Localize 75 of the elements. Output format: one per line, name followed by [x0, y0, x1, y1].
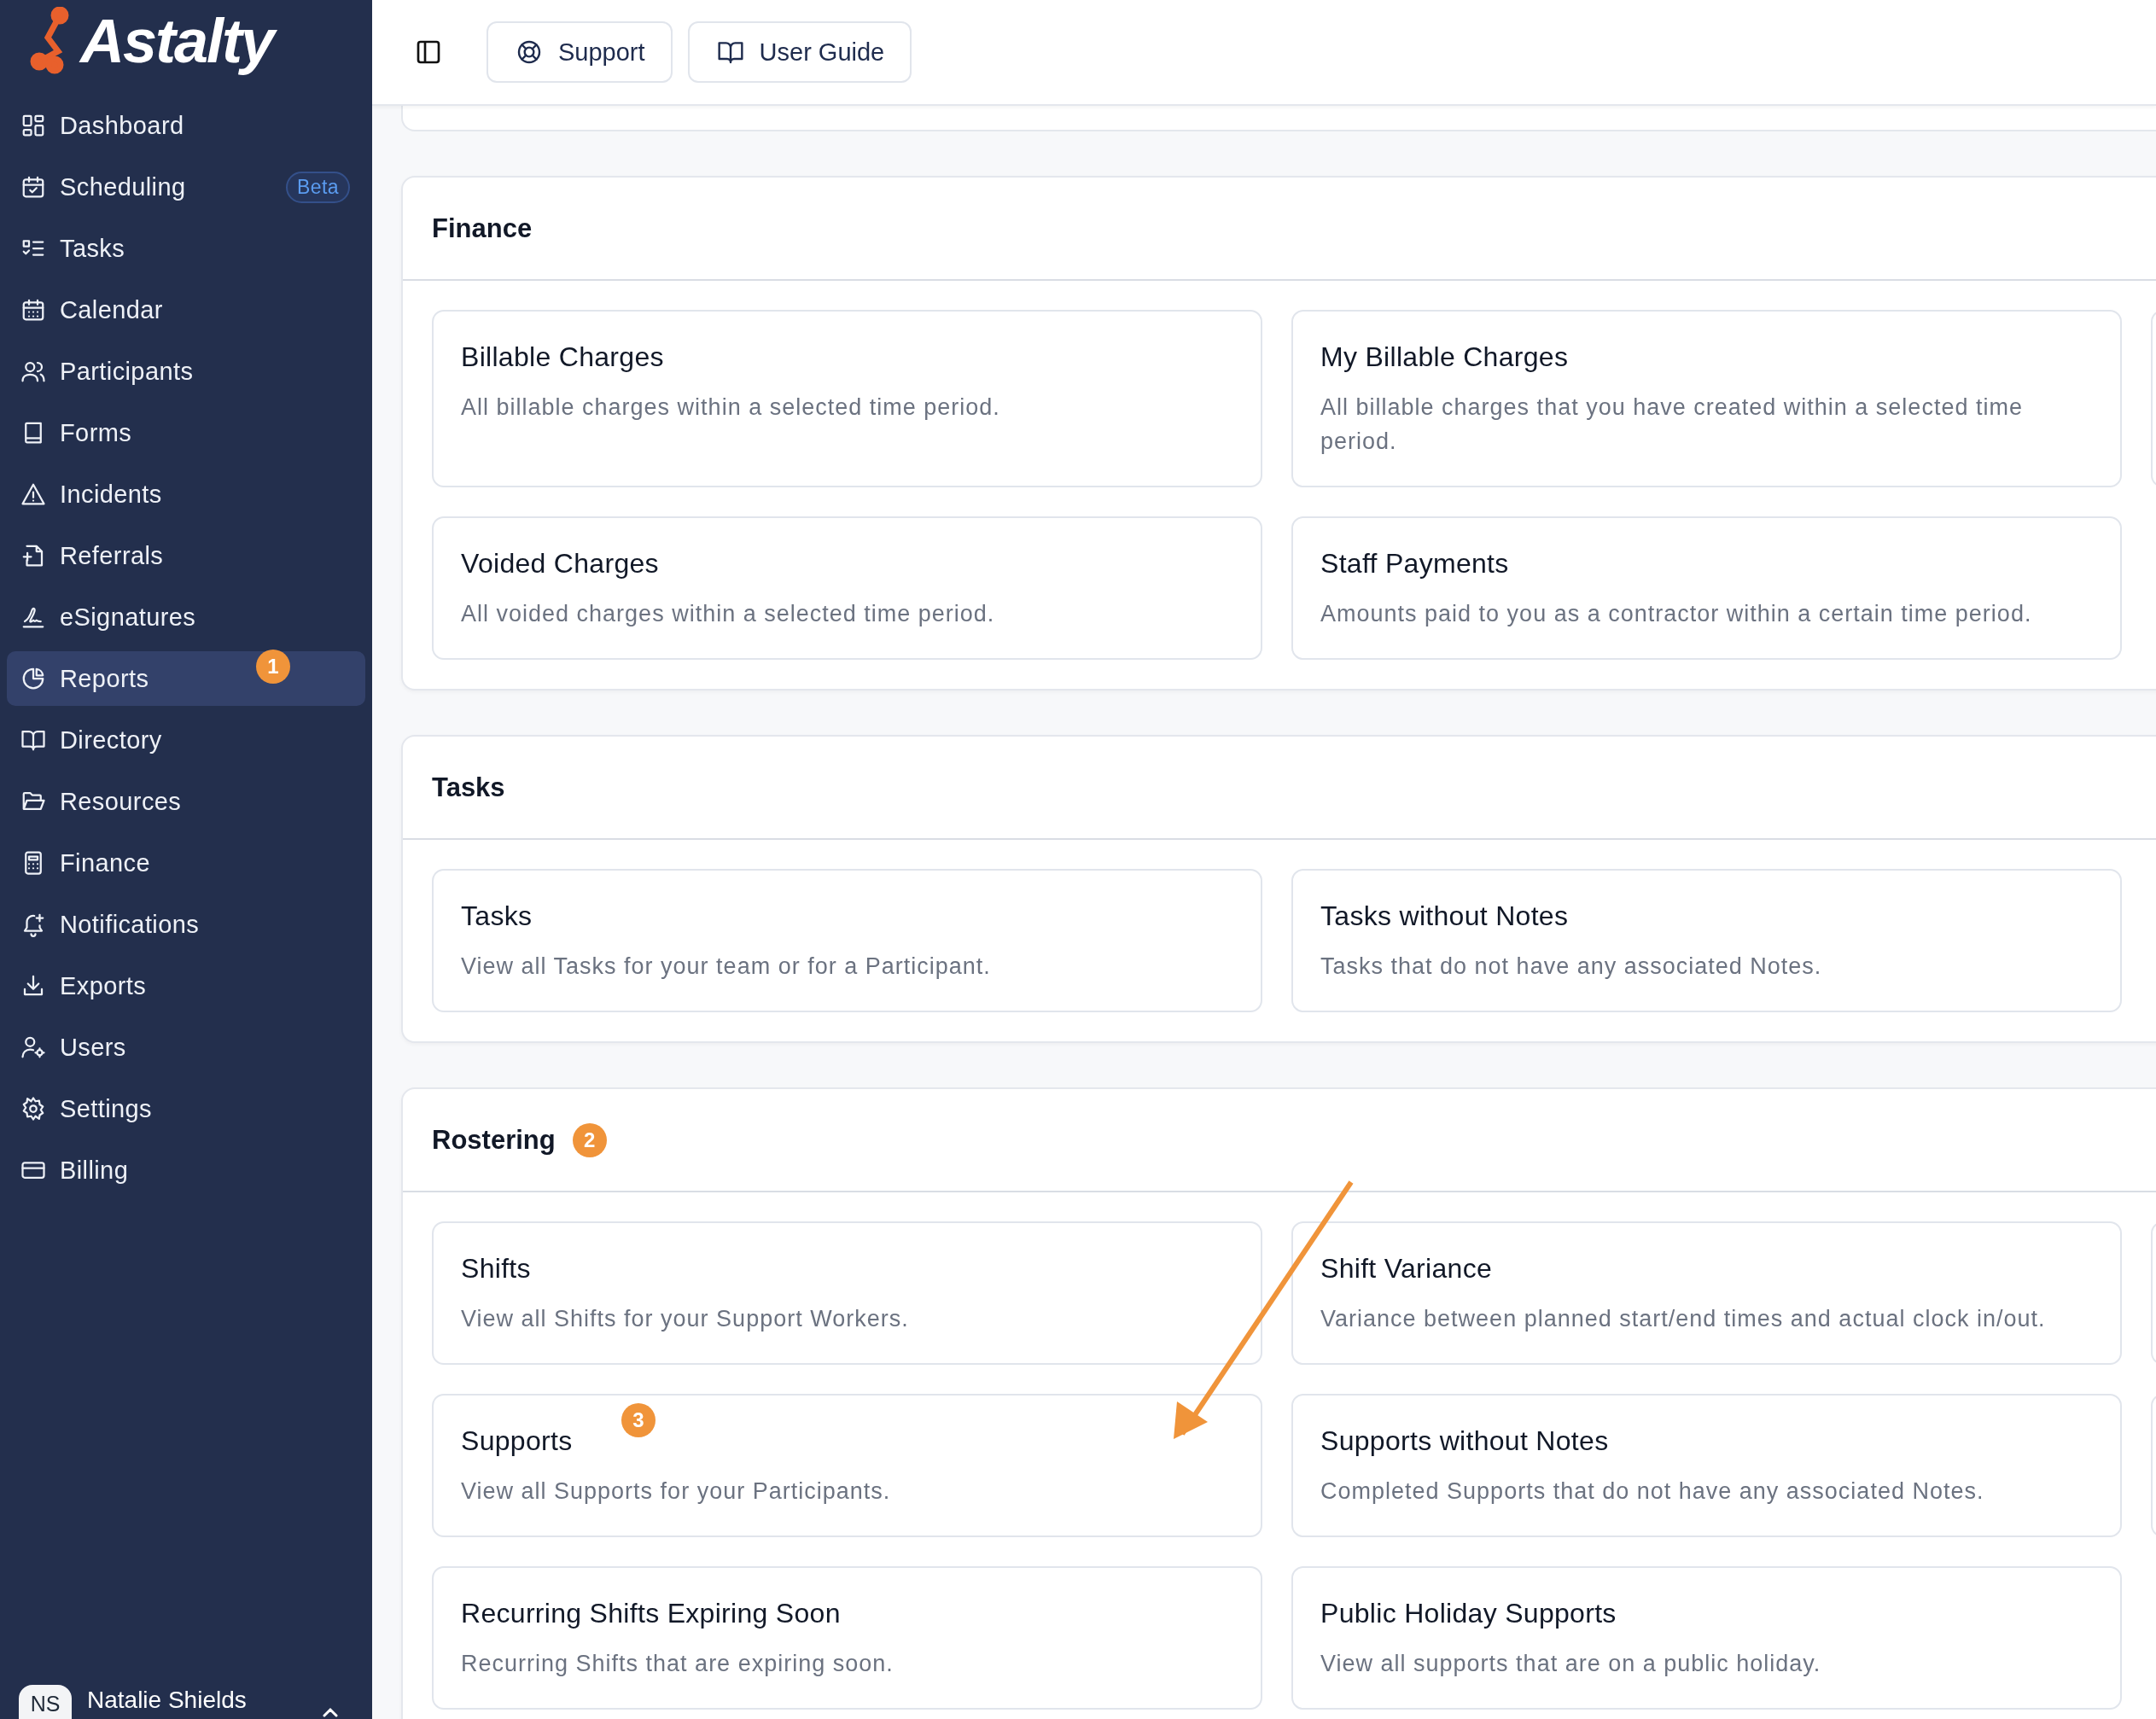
nav-item[interactable]: Calendar	[7, 283, 365, 337]
avatar: NS	[19, 1685, 72, 1719]
report-description: View all supports that are on a public holiday.	[1320, 1650, 1822, 1678]
toolbar-button[interactable]: Support	[487, 21, 673, 83]
report-title: Staff Payments	[1320, 547, 1510, 580]
calendar-icon	[20, 297, 46, 323]
report-description: Completed Supports that do not have any associated Notes.	[1320, 1477, 1985, 1506]
report-title: Billable Charges	[461, 341, 665, 374]
report-card[interactable]: Staff Payments Amounts paid to you as a contractor within a certain time period.	[1291, 516, 2122, 660]
report-description: View all Tasks for your team or for a Participant.	[461, 953, 992, 981]
report-description: Recurring Shifts that are expiring soon.	[461, 1650, 894, 1678]
section-title: Tasks	[432, 772, 505, 803]
report-card[interactable]: Public Holiday Supports View all supports that are on a public holiday.	[1291, 1566, 2122, 1710]
nav-item[interactable]: Referrals	[7, 528, 365, 583]
report-title: Supports without Notes	[1320, 1425, 1610, 1458]
settings-icon	[20, 1096, 46, 1122]
report-card[interactable]: Voided Charges All voided charges within a selected time period.	[432, 516, 1262, 660]
nav-item[interactable]: Participants	[7, 344, 365, 399]
nav-item[interactable]: Billing	[7, 1143, 365, 1197]
grid-icon	[20, 113, 46, 138]
nav-item[interactable]: Directory	[7, 713, 365, 767]
toolbar-button[interactable]: User Guide	[687, 21, 912, 83]
report-title: Shifts	[461, 1252, 532, 1285]
report-description: All billable charges within a selected time period.	[461, 393, 1001, 422]
beta-badge: Beta	[286, 171, 350, 203]
report-title: Supports	[461, 1425, 574, 1458]
nav-item[interactable]: eSignatures	[7, 590, 365, 644]
nav-item[interactable]: Finance	[7, 836, 365, 890]
nav-item[interactable]: Forms	[7, 405, 365, 460]
pie-chart-icon	[20, 666, 46, 691]
calendar-check-icon	[20, 174, 46, 200]
report-description: All billable charges that you have created within a selected time period.	[1320, 393, 2024, 456]
nav-item[interactable]: Notifications	[7, 897, 365, 952]
nav-item[interactable]: Users	[7, 1020, 365, 1075]
report-title: Tasks	[461, 900, 533, 933]
nav-item[interactable]: Incidents	[7, 467, 365, 522]
nav-item[interactable]: Settings	[7, 1081, 365, 1136]
report-title: Public Holiday Supports	[1320, 1597, 1617, 1630]
logo-text: Astalty	[79, 2, 284, 79]
section-title: Rostering	[432, 1124, 556, 1156]
nav-item[interactable]: Scheduling Beta	[7, 160, 365, 214]
report-description: View all Supports for your Participants.	[461, 1477, 892, 1506]
step-badge: 2	[572, 1122, 607, 1157]
report-card[interactable]: Shift Variance Variance between planned start/end times and actual clock in/out.	[1291, 1221, 2122, 1365]
report-description: View all Shifts for your Support Workers.	[461, 1305, 910, 1333]
lifebuoy-icon	[516, 38, 543, 66]
report-description: Amounts paid to you as a contractor within a certain time period.	[1320, 600, 2033, 628]
nav-item[interactable]: Tasks	[7, 221, 365, 276]
nav-item[interactable]: Resources	[7, 774, 365, 829]
nav-item[interactable]: Reports 1	[7, 651, 365, 706]
report-description: Tasks that do not have any associated Notes.	[1320, 953, 1823, 981]
report-title: Tasks without Notes	[1320, 900, 1570, 933]
report-card[interactable]: Tasks without Notes Tasks that do not have any associated Notes.	[1291, 869, 2122, 1012]
report-title: Voided Charges	[461, 547, 660, 580]
report-card[interactable]: My Billable Charges All billable charges that you have created within a selected time period.	[1291, 310, 2122, 487]
report-card[interactable]: Shifts View all Shifts for your Support Workers.	[432, 1221, 1262, 1365]
report-title: My Billable Charges	[1320, 341, 1570, 374]
report-description: All voided charges within a selected time period.	[461, 600, 996, 628]
report-card[interactable]: Supports View all Supports for your Participants. 3	[432, 1394, 1262, 1537]
user-gear-icon	[20, 1034, 46, 1060]
warning-icon	[20, 481, 46, 507]
user-name: Natalie Shields	[87, 1687, 247, 1714]
step-badge: 3	[621, 1403, 656, 1437]
nav-item[interactable]: Dashboard	[7, 98, 365, 153]
report-card[interactable]: Billable Charges All billable charges within a selected time period.	[432, 310, 1262, 487]
report-description: Variance between planned start/end times and actual clock in/out.	[1320, 1305, 2047, 1333]
report-title: Shift Variance	[1320, 1252, 1494, 1285]
section-title: Finance	[432, 213, 533, 244]
report-card[interactable]: Tasks View all Tasks for your team or for a Participant.	[432, 869, 1262, 1012]
report-card[interactable]: Recurring Shifts Expiring Soon Recurring Shifts that are expiring soon.	[432, 1566, 1262, 1710]
sidebar-toggle-icon[interactable]	[415, 38, 442, 66]
step-badge: 1	[256, 650, 290, 684]
report-card[interactable]: Supports without Notes Completed Supports that do not have any associated Notes.	[1291, 1394, 2122, 1537]
report-title: Recurring Shifts Expiring Soon	[461, 1597, 842, 1630]
nav-item[interactable]: Exports	[7, 959, 365, 1013]
